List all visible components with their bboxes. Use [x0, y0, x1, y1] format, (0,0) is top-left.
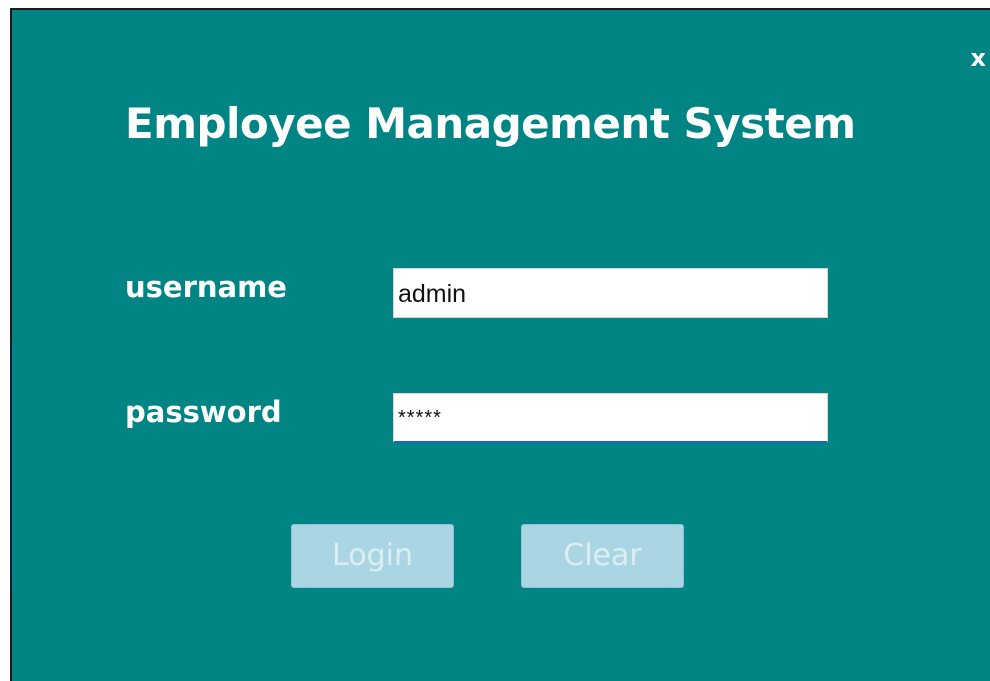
app-title: Employee Management System [125, 99, 856, 148]
password-label: password [125, 395, 282, 429]
username-input[interactable] [393, 268, 828, 318]
window-edge-accent [10, 340, 12, 590]
clear-button[interactable]: Clear [521, 524, 684, 588]
username-label: username [125, 270, 287, 304]
close-button[interactable]: x [971, 46, 986, 70]
login-window: x Employee Management System username pa… [10, 8, 990, 681]
close-icon: x [970, 44, 986, 72]
login-button[interactable]: Login [291, 524, 454, 588]
password-input[interactable] [393, 393, 828, 443]
